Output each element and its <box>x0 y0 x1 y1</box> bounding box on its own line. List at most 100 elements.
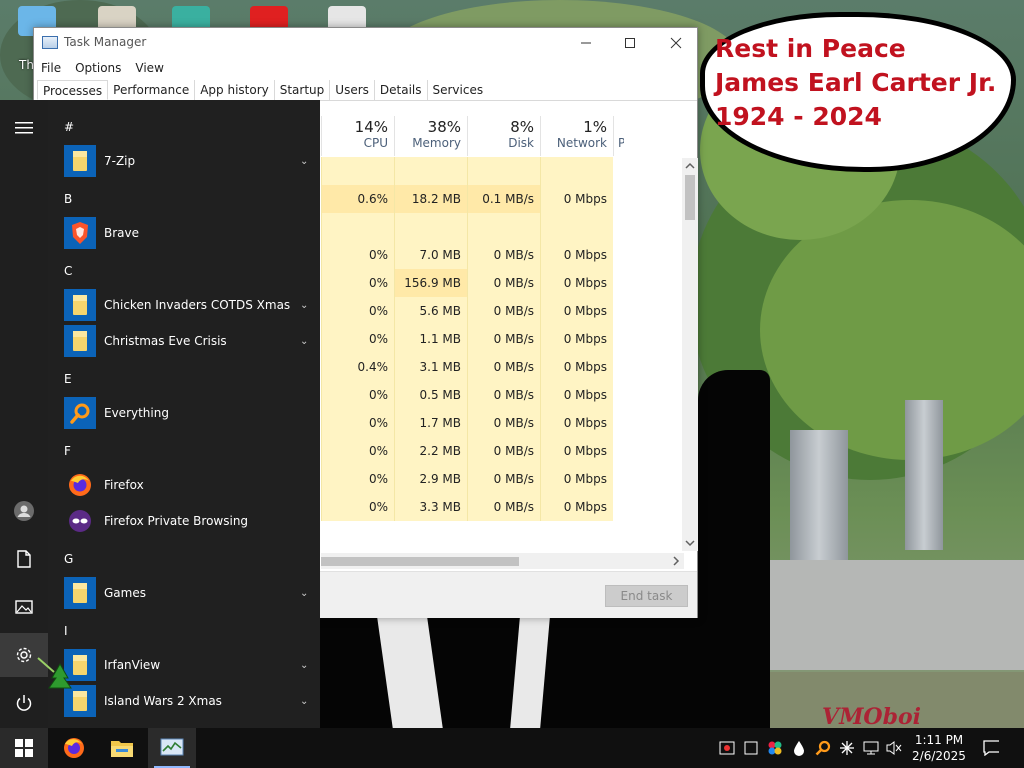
letter-header[interactable]: E <box>64 372 72 386</box>
letter-header[interactable]: B <box>64 192 72 206</box>
table-row[interactable] <box>321 213 613 241</box>
tray-snowflake-icon[interactable] <box>839 740 855 756</box>
letter-header[interactable]: F <box>64 444 71 458</box>
table-row[interactable]: 0% 2.2 MB 0 MB/s 0 Mbps <box>321 437 613 465</box>
user-account-button[interactable] <box>0 489 48 533</box>
clock-date: 2/6/2025 <box>912 749 966 763</box>
tray-app-icon[interactable] <box>719 740 735 756</box>
column-header-power[interactable]: P <box>613 116 624 156</box>
expand-menu-button[interactable] <box>0 106 48 150</box>
horizontal-scroll-thumb[interactable] <box>321 557 519 566</box>
cell-memory: 7.0 MB <box>394 241 467 269</box>
cell-network: 0 Mbps <box>540 185 613 213</box>
menu-options[interactable]: Options <box>68 58 128 78</box>
minimize-button[interactable] <box>563 28 609 58</box>
app-everything[interactable]: Everything <box>64 396 320 430</box>
vertical-scroll-thumb[interactable] <box>685 175 695 220</box>
cell-disk: 0 MB/s <box>467 241 540 269</box>
column-header-network[interactable]: 1% Network <box>540 116 613 156</box>
vertical-scrollbar[interactable] <box>682 158 698 551</box>
gear-icon <box>16 647 32 663</box>
tab-services[interactable]: Services <box>428 80 489 100</box>
cell-network <box>540 213 613 241</box>
taskbar: 1:11 PM 2/6/2025 <box>0 728 1024 768</box>
app-games[interactable]: Games ⌄ <box>64 576 320 610</box>
scroll-right-icon[interactable] <box>670 553 682 569</box>
horizontal-scrollbar[interactable] <box>321 553 684 569</box>
volume-muted-icon[interactable] <box>886 740 902 756</box>
table-row[interactable]: 0% 156.9 MB 0 MB/s 0 Mbps <box>321 269 613 297</box>
letter-header[interactable]: C <box>64 264 72 278</box>
scroll-up-icon[interactable] <box>682 160 698 172</box>
app-firefox-private[interactable]: Firefox Private Browsing <box>64 504 320 538</box>
cell-memory: 2.9 MB <box>394 465 467 493</box>
app-chicken-invaders[interactable]: Chicken Invaders COTDS Xmas ⌄ <box>64 288 320 322</box>
app-name: Island Wars 2 Xmas <box>104 694 222 708</box>
app-island-wars[interactable]: Island Wars 2 Xmas ⌄ <box>64 684 320 718</box>
letter-header[interactable]: G <box>64 552 73 566</box>
picture-icon <box>15 600 33 614</box>
app-irfanview[interactable]: IrfanView ⌄ <box>64 648 320 682</box>
system-clock[interactable]: 1:11 PM 2/6/2025 <box>905 732 973 764</box>
app-firefox[interactable]: Firefox <box>64 468 320 502</box>
table-row[interactable]: 0.6% 18.2 MB 0.1 MB/s 0 Mbps <box>321 185 613 213</box>
column-header-cpu[interactable]: 14% CPU <box>321 116 394 156</box>
documents-button[interactable] <box>0 537 48 581</box>
app-name: Brave <box>104 226 140 240</box>
tab-app-history[interactable]: App history <box>195 80 275 100</box>
scroll-down-icon[interactable] <box>682 537 698 549</box>
pictures-button[interactable] <box>0 585 48 629</box>
tray-search-icon[interactable] <box>815 740 831 756</box>
task-manager-icon <box>160 738 184 756</box>
taskbar-task-manager[interactable] <box>148 728 196 768</box>
letter-header[interactable]: I <box>64 624 68 638</box>
action-center-button[interactable] <box>983 740 999 756</box>
chevron-down-icon[interactable]: ⌄ <box>300 336 320 347</box>
tab-performance[interactable]: Performance <box>108 80 196 100</box>
taskbar-firefox[interactable] <box>50 728 98 768</box>
table-row[interactable]: 0% 7.0 MB 0 MB/s 0 Mbps <box>321 241 613 269</box>
table-row[interactable]: 0% 1.7 MB 0 MB/s 0 Mbps <box>321 409 613 437</box>
tab-processes[interactable]: Processes <box>37 80 109 100</box>
table-row[interactable]: 0% 3.3 MB 0 MB/s 0 Mbps <box>321 493 613 521</box>
letter-header[interactable]: # <box>64 120 74 134</box>
minimize-icon <box>581 42 591 44</box>
table-row[interactable]: 0% 5.6 MB 0 MB/s 0 Mbps <box>321 297 613 325</box>
title-bar[interactable]: Task Manager <box>34 28 697 58</box>
tab-users[interactable]: Users <box>330 80 375 100</box>
tab-startup[interactable]: Startup <box>275 80 331 100</box>
table-row[interactable]: 0% 2.9 MB 0 MB/s 0 Mbps <box>321 465 613 493</box>
chevron-down-icon[interactable]: ⌄ <box>300 696 320 707</box>
tray-window-icon[interactable] <box>743 740 759 756</box>
table-row[interactable]: 0% 1.1 MB 0 MB/s 0 Mbps <box>321 325 613 353</box>
chevron-down-icon[interactable]: ⌄ <box>300 156 320 167</box>
chevron-down-icon[interactable]: ⌄ <box>300 660 320 671</box>
app-brave[interactable]: Brave <box>64 216 320 250</box>
maximize-button[interactable] <box>607 28 653 58</box>
menu-file[interactable]: File <box>34 58 68 78</box>
folder-icon <box>64 325 96 357</box>
column-label: Network <box>556 136 607 150</box>
tray-colorful-icon[interactable] <box>767 740 783 756</box>
end-task-button[interactable]: End task <box>605 585 688 607</box>
chevron-down-icon[interactable]: ⌄ <box>300 588 320 599</box>
tray-droplet-icon[interactable] <box>791 740 807 756</box>
cell-disk: 0 MB/s <box>467 297 540 325</box>
close-button[interactable] <box>653 28 699 58</box>
chevron-down-icon[interactable]: ⌄ <box>300 300 320 311</box>
tab-details[interactable]: Details <box>375 80 428 100</box>
table-row[interactable]: 0.4% 3.1 MB 0 MB/s 0 Mbps <box>321 353 613 381</box>
table-row[interactable]: 0% 0.5 MB 0 MB/s 0 Mbps <box>321 381 613 409</box>
start-button[interactable] <box>0 728 48 768</box>
column-header-disk[interactable]: 8% Disk <box>467 116 540 156</box>
user-avatar-icon <box>14 501 34 521</box>
cell-disk <box>467 157 540 185</box>
network-icon[interactable] <box>863 740 879 756</box>
column-header-memory[interactable]: 38% Memory <box>394 116 467 156</box>
app-7-zip[interactable]: 7-Zip ⌄ <box>64 144 320 178</box>
app-name: Chicken Invaders COTDS Xmas <box>104 298 291 312</box>
taskbar-file-explorer[interactable] <box>98 728 146 768</box>
app-christmas-eve-crisis[interactable]: Christmas Eve Crisis ⌄ <box>64 324 320 358</box>
table-row[interactable] <box>321 157 613 185</box>
menu-view[interactable]: View <box>128 58 170 78</box>
